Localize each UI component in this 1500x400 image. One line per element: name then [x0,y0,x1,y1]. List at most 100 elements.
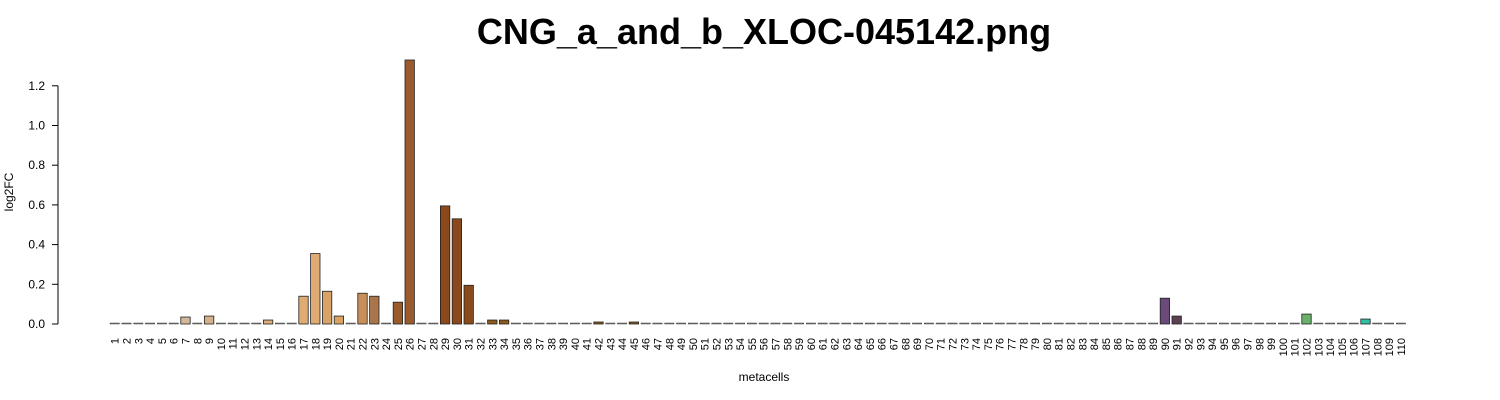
x-tick-label: 56 [759,338,771,350]
bar-5 [156,322,167,325]
x-tick-label: 4 [145,338,157,344]
x-tick-label: 53 [723,338,735,350]
bar-43 [605,322,616,325]
bar-67 [888,322,899,325]
bar-79 [1030,322,1041,325]
x-tick-label: 51 [700,338,712,350]
x-tick-label: 39 [558,338,570,350]
x-tick-label: 103 [1313,338,1325,356]
bar-11 [227,322,238,325]
bar-36 [522,322,533,325]
bar-68 [900,322,911,325]
bar-87 [1124,322,1135,325]
x-tick-label: 11 [228,338,240,349]
bar-72 [947,322,958,325]
x-tick-label: 2 [122,338,134,344]
x-tick-label: 98 [1254,338,1266,350]
x-tick-label: 69 [912,338,924,350]
bar-83 [1077,322,1088,325]
x-tick-label: 73 [959,338,971,350]
bar-108 [1372,322,1383,325]
bar-91 [1171,315,1182,325]
x-tick-label: 24 [381,338,393,350]
bar-100 [1277,322,1288,325]
bar-20 [333,315,345,325]
bar-70 [924,322,934,325]
x-tick-label: 70 [924,338,936,350]
bar-60 [806,322,816,325]
bar-55 [747,322,757,325]
y-tick-label: 0.0 [28,317,45,331]
bar-40 [570,322,580,325]
x-tick-label: 9 [204,338,216,344]
x-tick-label: 61 [818,338,830,350]
bar-66 [876,322,887,325]
bar-71 [935,322,946,325]
bar-37 [534,322,545,325]
x-tick-label: 84 [1089,338,1101,350]
x-tick-label: 5 [157,338,169,344]
bar-90 [1159,297,1170,325]
bar-44 [617,322,628,325]
bar-54 [735,322,746,325]
bar-26 [404,59,415,325]
x-tick-label: 13 [251,338,263,350]
x-tick-label: 21 [346,338,358,350]
x-tick-label: 97 [1243,338,1255,350]
x-tick-label: 50 [688,338,700,350]
bar-75 [983,322,993,325]
bar-14 [262,319,274,325]
x-tick-label: 54 [735,338,747,350]
x-tick-label: 49 [676,338,688,350]
x-tick-label: 58 [782,338,794,350]
x-tick-label: 101 [1290,338,1302,356]
x-tick-label: 12 [240,338,252,350]
x-tick-label: 91 [1172,338,1184,350]
x-tick-label: 89 [1148,338,1160,350]
x-tick-label: 34 [499,338,511,350]
bar-101 [1289,322,1300,325]
x-tick-label: 7 [181,338,193,344]
bar-12 [239,322,250,325]
bar-65 [865,322,875,325]
x-tick-label: 52 [712,338,724,350]
x-tick-label: 105 [1337,338,1349,356]
x-tick-label: 82 [1066,338,1078,350]
bar-53 [723,322,734,325]
x-tick-label: 67 [889,338,901,350]
x-axis-label: metacells [739,370,790,384]
bar-45 [628,321,640,325]
bar-59 [794,322,805,325]
x-tick-label: 22 [358,338,370,350]
bar-107 [1360,318,1371,325]
x-tick-label: 6 [169,338,181,344]
x-tick-label: 10 [216,338,228,350]
y-axis: 0.0 0.2 0.4 0.6 0.8 1.0 1.2 [28,79,59,331]
bar-35 [511,322,521,325]
x-tick-label: 74 [971,338,983,350]
x-tick-label: 59 [794,338,806,350]
bar-46 [640,322,651,325]
bar-93 [1195,322,1206,325]
bar-96 [1230,322,1241,325]
bar-25 [392,301,404,325]
x-tick-label: 16 [287,338,299,350]
x-tick-label: 8 [192,338,204,344]
bar-4 [145,322,155,325]
x-tick-label: 66 [877,338,889,350]
x-tick-label: 57 [771,338,783,350]
bar-34 [498,319,510,325]
y-tick-label: 0.2 [28,277,45,291]
x-tick-label: 77 [1007,338,1019,350]
bar-80 [1041,322,1052,325]
bar-97 [1242,322,1253,325]
bar-33 [487,319,498,325]
x-tick-label: 44 [617,338,629,350]
x-tick-label: 17 [299,338,311,350]
x-tick-label: 108 [1372,338,1384,356]
x-tick-label: 99 [1266,338,1278,350]
x-tick-label: 48 [664,338,676,350]
x-tick-label: 30 [452,338,464,350]
x-tick-label: 19 [322,338,334,350]
x-tick-label: 25 [393,338,405,350]
